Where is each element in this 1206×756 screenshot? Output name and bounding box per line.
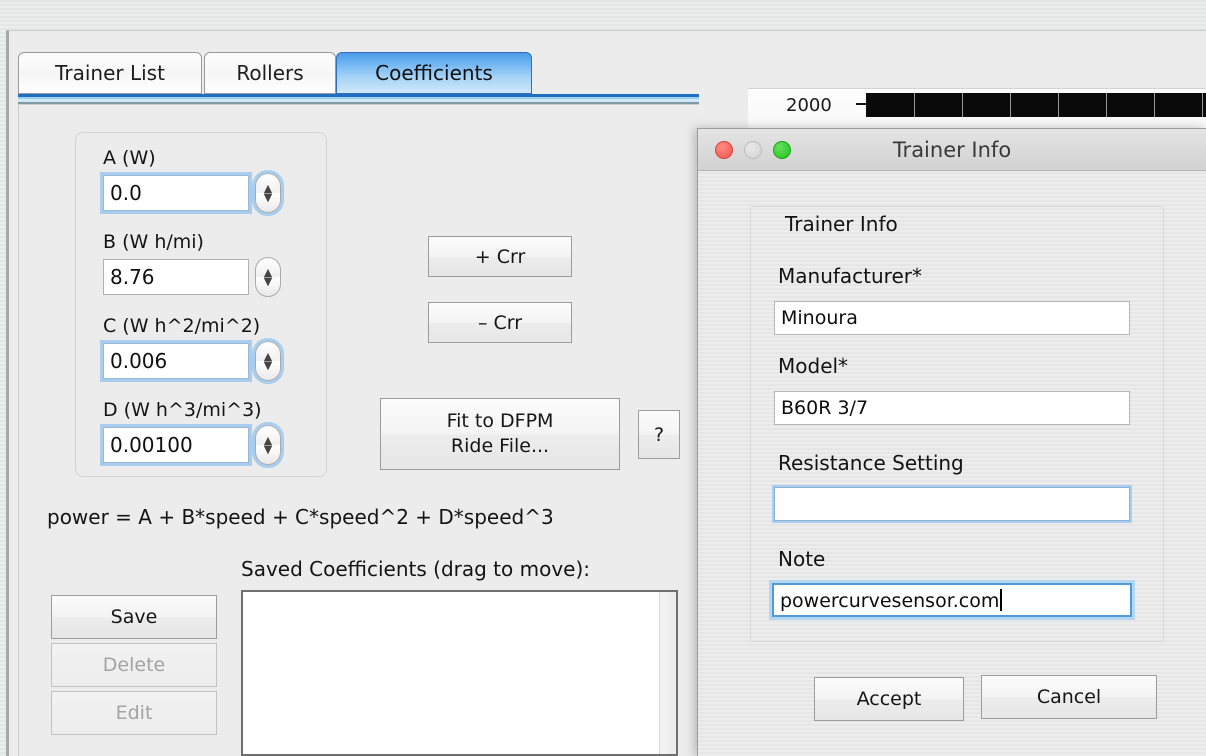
coefficient-b-stepper[interactable]: ▲ ▼ — [255, 257, 281, 297]
chart-axis-tick-mark — [856, 103, 866, 105]
label-note: Note — [778, 547, 826, 571]
coefficient-a-spinner[interactable]: 0.0 ▲ ▼ — [100, 170, 284, 216]
coefficient-d-spinner[interactable]: 0.00100 ▲ ▼ — [100, 422, 284, 468]
saved-coefficients-list[interactable] — [241, 590, 678, 756]
label-coefficient-a: A (W) — [103, 147, 156, 169]
text-caret — [1000, 589, 1003, 611]
coefficient-a-input[interactable]: 0.0 — [100, 172, 252, 214]
coefficient-d-stepper[interactable]: ▲ ▼ — [252, 422, 284, 468]
add-crr-button[interactable]: + Crr — [428, 236, 572, 277]
resistance-setting-input[interactable] — [772, 485, 1132, 523]
label-coefficient-b: B (W h/mi) — [103, 231, 204, 253]
tab-rollers-label: Rollers — [236, 61, 304, 85]
accept-button[interactable]: Accept — [814, 677, 964, 721]
chart-y-axis-tick-label: 2000 — [786, 95, 832, 116]
label-resistance-setting: Resistance Setting — [778, 451, 964, 475]
tab-trainer-list[interactable]: Trainer List — [18, 52, 202, 94]
subtract-crr-button[interactable]: – Crr — [428, 302, 572, 343]
tab-coefficients[interactable]: Coefficients — [336, 52, 532, 94]
tab-trainer-list-label: Trainer List — [55, 61, 165, 85]
saved-coefficients-scrollbar[interactable] — [659, 592, 676, 754]
coefficient-a-stepper[interactable]: ▲ ▼ — [252, 170, 284, 216]
chart-plot-area — [866, 93, 1206, 117]
tab-bar[interactable]: Trainer List Rollers Coefficients — [12, 52, 700, 100]
power-equation-text: power = A + B*speed + C*speed^2 + D*spee… — [47, 505, 554, 529]
help-button[interactable]: ? — [638, 410, 680, 459]
note-input-value: powercurvesensor.com — [780, 590, 1000, 612]
edit-button: Edit — [51, 691, 217, 735]
label-coefficient-d: D (W h^3/mi^3) — [103, 399, 262, 421]
dialog-title-text: Trainer Info — [892, 138, 1012, 162]
label-coefficient-c: C (W h^2/mi^2) — [103, 315, 261, 337]
coefficient-c-stepper[interactable]: ▲ ▼ — [252, 338, 284, 384]
coefficient-d-input[interactable]: 0.00100 — [100, 424, 252, 466]
coefficients-panel: A (W) 0.0 ▲ ▼ B (W h/mi) 8.76 ▲ ▼ C (W h… — [18, 105, 700, 756]
model-input[interactable]: B60R 3/7 — [774, 391, 1130, 425]
label-manufacturer: Manufacturer* — [778, 264, 922, 288]
trainer-info-dialog: Trainer Info Trainer Info Manufacturer* … — [697, 128, 1206, 756]
note-input[interactable]: powercurvesensor.com — [769, 580, 1135, 620]
trainer-info-group-title: Trainer Info — [778, 212, 905, 236]
save-button[interactable]: Save — [51, 595, 217, 639]
chevron-down-icon: ▼ — [263, 191, 273, 204]
screen: 2000 Trainer List Rollers Coefficients A… — [0, 0, 1206, 756]
coefficient-c-input[interactable]: 0.006 — [100, 340, 252, 382]
coefficient-c-spinner[interactable]: 0.006 ▲ ▼ — [100, 338, 284, 384]
coefficient-b-spinner[interactable]: 8.76 ▲ ▼ — [103, 257, 281, 297]
tab-rollers[interactable]: Rollers — [204, 52, 336, 94]
tab-selection-underline — [18, 94, 699, 105]
chevron-down-icon: ▼ — [263, 359, 273, 372]
chevron-down-icon: ▼ — [263, 275, 273, 288]
fit-button-line-1: Fit to DFPM — [446, 410, 554, 432]
saved-coefficients-title: Saved Coefficients (drag to move): — [241, 557, 591, 581]
manufacturer-input[interactable]: Minoura — [774, 301, 1130, 335]
fit-to-dfpm-ride-file-button[interactable]: Fit to DFPM Ride File... — [380, 398, 620, 470]
chevron-down-icon: ▼ — [263, 443, 273, 456]
cancel-button[interactable]: Cancel — [981, 675, 1157, 719]
dialog-title-bar[interactable]: Trainer Info — [698, 129, 1206, 171]
delete-button: Delete — [51, 643, 217, 687]
label-model: Model* — [778, 354, 849, 378]
coefficient-b-input[interactable]: 8.76 — [103, 259, 249, 295]
tab-coefficients-label: Coefficients — [375, 61, 493, 85]
fit-button-line-2: Ride File... — [450, 435, 550, 457]
